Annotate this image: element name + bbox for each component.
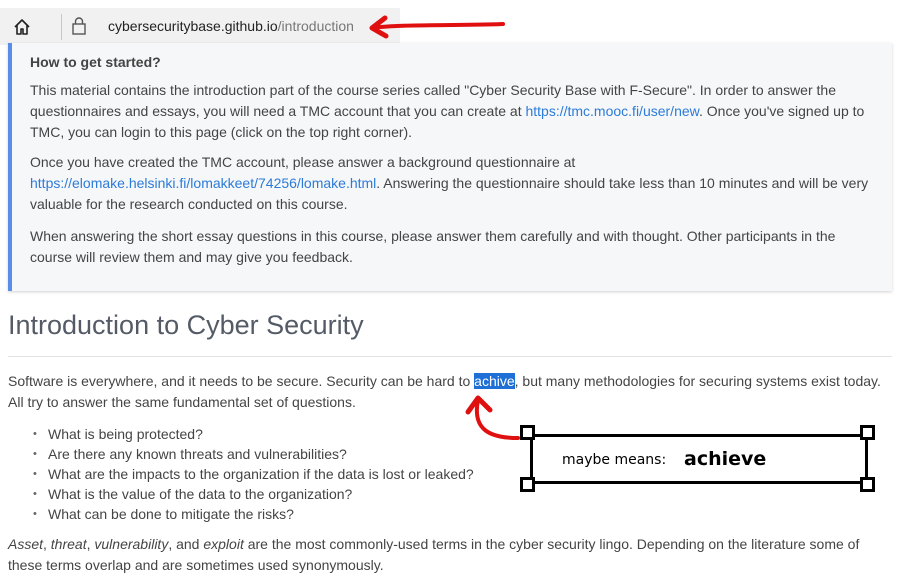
page-heading: Introduction to Cyber Security bbox=[8, 310, 364, 340]
card-paragraph-3: When answering the short essay questions… bbox=[30, 228, 836, 265]
resize-handle bbox=[520, 425, 535, 440]
list-item: What is being protected? bbox=[30, 424, 474, 444]
resize-handle bbox=[860, 477, 875, 492]
questionnaire-link[interactable]: https://elomake.helsinki.fi/lomakkeet/74… bbox=[30, 175, 376, 191]
home-icon[interactable] bbox=[8, 15, 36, 39]
lock-icon[interactable] bbox=[71, 16, 89, 36]
term-separator: , bbox=[43, 536, 51, 552]
term-threat: threat bbox=[50, 536, 87, 552]
intro-text: Software is everywhere, and it needs to … bbox=[8, 373, 475, 389]
resize-handle bbox=[860, 425, 875, 440]
url-domain: cybersecuritybase.github.io bbox=[108, 18, 278, 34]
address-divider bbox=[61, 14, 62, 40]
tmc-signup-link[interactable]: https://tmc.mooc.fi/user/new bbox=[525, 103, 699, 119]
card-paragraph-2: Once you have created the TMC account, p… bbox=[30, 152, 870, 215]
question-list: What is being protected? Are there any k… bbox=[30, 424, 474, 524]
heading-divider bbox=[8, 356, 892, 357]
address-bar[interactable]: cybersecuritybase.github.io/introduction bbox=[0, 8, 400, 45]
card-p2-text: Once you have created the TMC account, p… bbox=[30, 154, 576, 170]
annotation-label: maybe means: bbox=[562, 452, 667, 468]
resize-handle bbox=[520, 477, 535, 492]
intro-paragraph: Software is everywhere, and it needs to … bbox=[8, 371, 892, 413]
getting-started-card: How to get started? This material contai… bbox=[8, 43, 892, 291]
annotation-word: achieve bbox=[684, 448, 767, 470]
list-item: What are the impacts to the organization… bbox=[30, 464, 474, 484]
term-vulnerability: vulnerability bbox=[94, 536, 169, 552]
list-item: What can be done to mitigate the risks? bbox=[30, 504, 474, 524]
term-separator: , and bbox=[168, 536, 204, 552]
url-text[interactable]: cybersecuritybase.github.io/introduction bbox=[108, 18, 354, 34]
list-item: Are there any known threats and vulnerab… bbox=[30, 444, 474, 464]
selected-word[interactable]: achive bbox=[474, 373, 515, 389]
card-title: How to get started? bbox=[30, 54, 161, 70]
term-asset: Asset bbox=[8, 536, 44, 552]
list-item: What is the value of the data to the org… bbox=[30, 484, 474, 504]
url-path: /introduction bbox=[277, 18, 354, 34]
card-paragraph-1: This material contains the introduction … bbox=[30, 80, 870, 143]
term-exploit: exploit bbox=[203, 536, 244, 552]
terms-paragraph: Asset, threat, vulnerability, and exploi… bbox=[8, 534, 892, 576]
